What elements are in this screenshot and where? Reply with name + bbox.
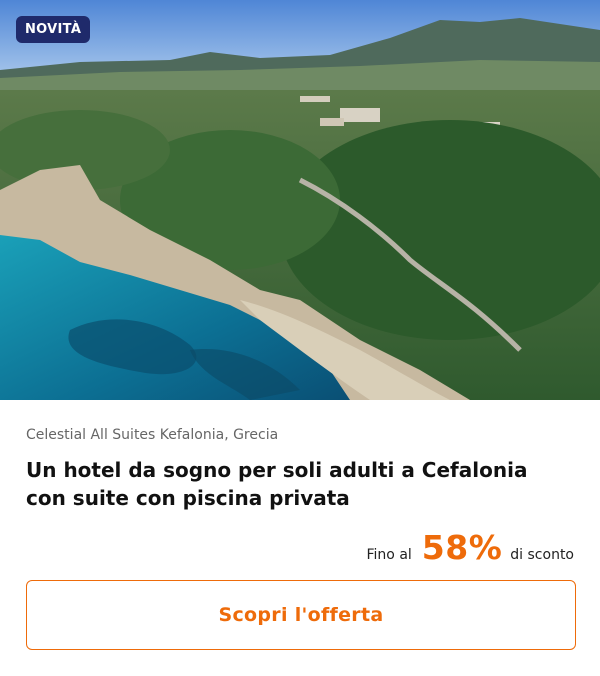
offer-card[interactable]: NOVITÀ Celestial All Suites Kefalonia, G… — [0, 0, 600, 676]
discover-offer-label: Scopri l'offerta — [218, 604, 384, 626]
discount-row: Fino al 58% di sconto — [26, 528, 575, 568]
discount-value: 58% — [421, 528, 503, 567]
discover-offer-button[interactable]: Scopri l'offerta — [26, 580, 576, 650]
hero-image[interactable]: NOVITÀ — [0, 0, 600, 400]
discount-suffix: di sconto — [510, 547, 574, 563]
offer-title: Un hotel da sogno per soli adulti a Cefa… — [26, 458, 528, 510]
discount-prefix: Fino al — [366, 547, 412, 563]
offer-details: Celestial All Suites Kefalonia, Grecia U… — [0, 400, 600, 650]
hotel-location: Celestial All Suites Kefalonia, Grecia — [26, 427, 279, 443]
aerial-coast-photo — [0, 0, 600, 400]
new-badge: NOVITÀ — [16, 16, 91, 43]
